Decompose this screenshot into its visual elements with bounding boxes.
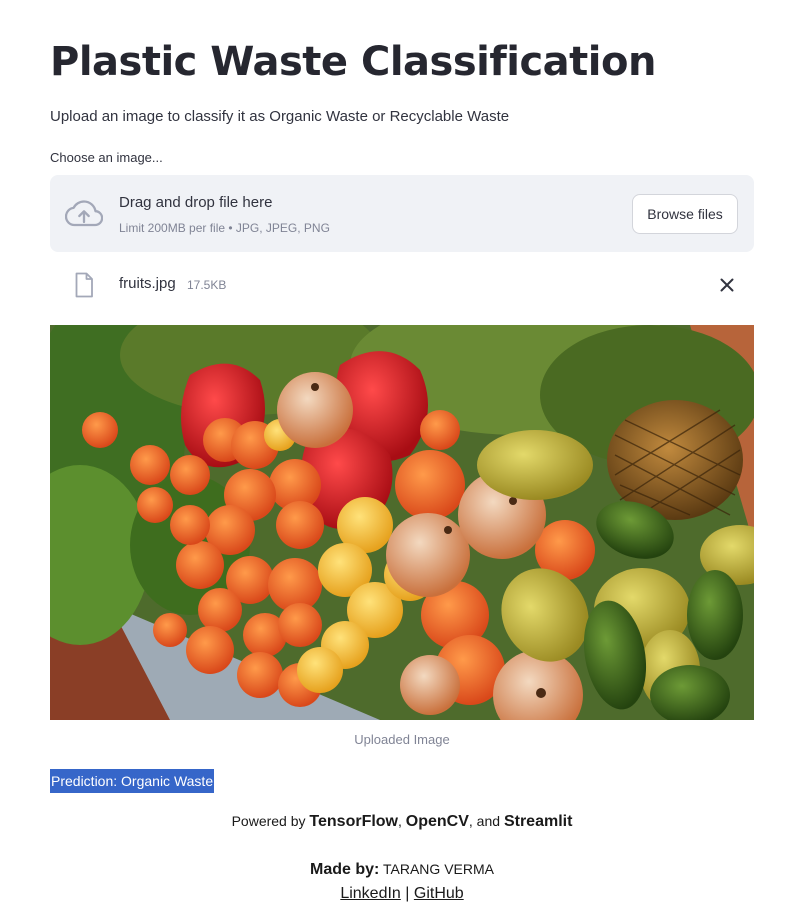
tech-streamlit: Streamlit — [503, 813, 573, 830]
page-title: Plastic Waste Classification — [50, 39, 656, 85]
file-limit-text: Limit 200MB per file • JPG, JPEG, PNG — [119, 221, 330, 235]
powered-by-label: Powered by — [231, 813, 306, 829]
made-by-line: Made by: TARANG VERMA — [50, 861, 754, 879]
page-subtitle: Upload an image to classify it as Organi… — [50, 108, 510, 125]
uploader-label: Choose an image... — [50, 150, 163, 165]
uploaded-file-row: fruits.jpg 17.5KB — [50, 264, 754, 304]
github-link[interactable]: GitHub — [414, 885, 464, 902]
link-separator: | — [405, 885, 410, 902]
drag-drop-text: Drag and drop file here — [119, 194, 273, 211]
cloud-upload-icon — [65, 200, 103, 227]
prediction-result: Prediction: Organic Waste — [50, 769, 215, 793]
image-caption: Uploaded Image — [354, 732, 450, 747]
separator: , and — [468, 813, 501, 829]
powered-by-line: Powered by TensorFlow, OpenCV, and Strea… — [50, 813, 754, 831]
made-by-label: Made by: — [310, 861, 380, 878]
tech-tensorflow: TensorFlow — [309, 813, 398, 830]
tech-opencv: OpenCV — [405, 813, 469, 830]
close-icon[interactable] — [718, 276, 736, 294]
browse-files-button[interactable]: Browse files — [632, 194, 738, 234]
file-icon — [75, 272, 93, 298]
fruits-photo — [50, 325, 754, 720]
linkedin-link[interactable]: LinkedIn — [340, 885, 401, 902]
uploaded-image — [50, 325, 754, 720]
file-name: fruits.jpg — [119, 275, 176, 292]
file-size: 17.5KB — [187, 278, 227, 292]
social-links: LinkedIn | GitHub — [50, 885, 754, 903]
author-name: TARANG VERMA — [383, 861, 494, 877]
file-dropzone[interactable]: Drag and drop file here Limit 200MB per … — [50, 175, 754, 252]
separator: , — [398, 813, 402, 829]
